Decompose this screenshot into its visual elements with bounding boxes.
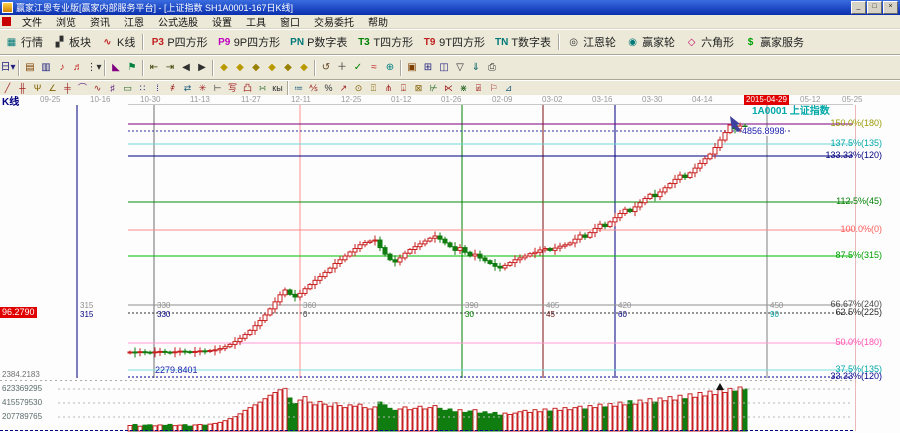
cycle-angle-top-label: 360 xyxy=(303,302,316,310)
gann-percent-label: 112.5%(45) xyxy=(836,197,882,206)
cycle-angle-top-label: 390 xyxy=(465,302,478,310)
date-tick: 12-25 xyxy=(341,96,361,104)
current-date-highlight: 2015-04-29 xyxy=(744,95,789,105)
gann-percent-label: 50.0%(180) xyxy=(835,338,882,347)
cycle-angle-bottom-label: 0 xyxy=(303,311,307,319)
gann-percent-label: 137.5%(135) xyxy=(830,139,882,148)
future-date-tick: 05-12 xyxy=(800,96,820,104)
gann-percent-label: 87.5%(315) xyxy=(835,251,882,260)
date-tick: 12-11 xyxy=(291,96,311,104)
date-tick: 01-12 xyxy=(391,96,411,104)
cycle-angle-bottom-label: 90 xyxy=(770,311,779,319)
gann-percent-label: 133.33%(120) xyxy=(825,151,882,160)
cycle-angle-bottom-label: 330 xyxy=(157,311,170,319)
gann-percent-label: 33.33%(120) xyxy=(830,372,882,381)
date-tick: 11-13 xyxy=(190,96,210,104)
application-window: 赢家江恩专业版[赢家内部服务平台] - [上证指数 SH1A0001-167日K… xyxy=(0,0,900,433)
date-tick: 02-09 xyxy=(492,96,512,104)
cycle-angle-top-label: 330 xyxy=(157,302,170,310)
volume-scale-label: 207789765 xyxy=(2,413,42,421)
cycle-angle-bottom-label: 60 xyxy=(618,311,627,319)
cycle-angle-top-label: 420 xyxy=(618,302,631,310)
kline-chart-canvas[interactable] xyxy=(0,0,900,433)
date-tick: 03-02 xyxy=(542,96,562,104)
gann-percent-label: 62.5%(225) xyxy=(835,308,882,317)
cycle-angle-bottom-label: 315 xyxy=(80,311,93,319)
date-tick: 09-25 xyxy=(40,96,60,104)
cycle-angle-top-label: 450 xyxy=(770,302,783,310)
date-tick: 10-30 xyxy=(140,96,160,104)
gann-percent-label: 150.0%(180) xyxy=(830,119,882,128)
left-axis-price-box: 96.2790 xyxy=(0,307,37,318)
date-tick: 03-30 xyxy=(642,96,662,104)
bottom-left-price-label: 2384.2183 xyxy=(2,371,40,379)
pane-tab-kline[interactable]: K线 xyxy=(2,98,19,108)
date-tick: 04-14 xyxy=(692,96,712,104)
cycle-angle-bottom-label: 45 xyxy=(546,311,555,319)
future-date-tick: 05-25 xyxy=(842,96,862,104)
volume-scale-label: 415579530 xyxy=(2,399,42,407)
index-symbol-label: 1A0001 上证指数 xyxy=(752,107,830,117)
date-tick: 10-16 xyxy=(90,96,110,104)
date-tick: 01-26 xyxy=(441,96,461,104)
start-low-price-label: 2279.8401 xyxy=(155,366,198,375)
date-tick: 11-27 xyxy=(241,96,261,104)
date-tick: 03-16 xyxy=(592,96,612,104)
cycle-angle-top-label: 315 xyxy=(80,302,93,310)
volume-scale-label: 623369295 xyxy=(2,385,42,393)
last-price-label: 4856.8998 xyxy=(742,127,785,136)
gann-percent-label: 100.0%(0) xyxy=(840,225,882,234)
cycle-angle-top-label: 405 xyxy=(546,302,559,310)
cycle-angle-bottom-label: 30 xyxy=(465,311,474,319)
